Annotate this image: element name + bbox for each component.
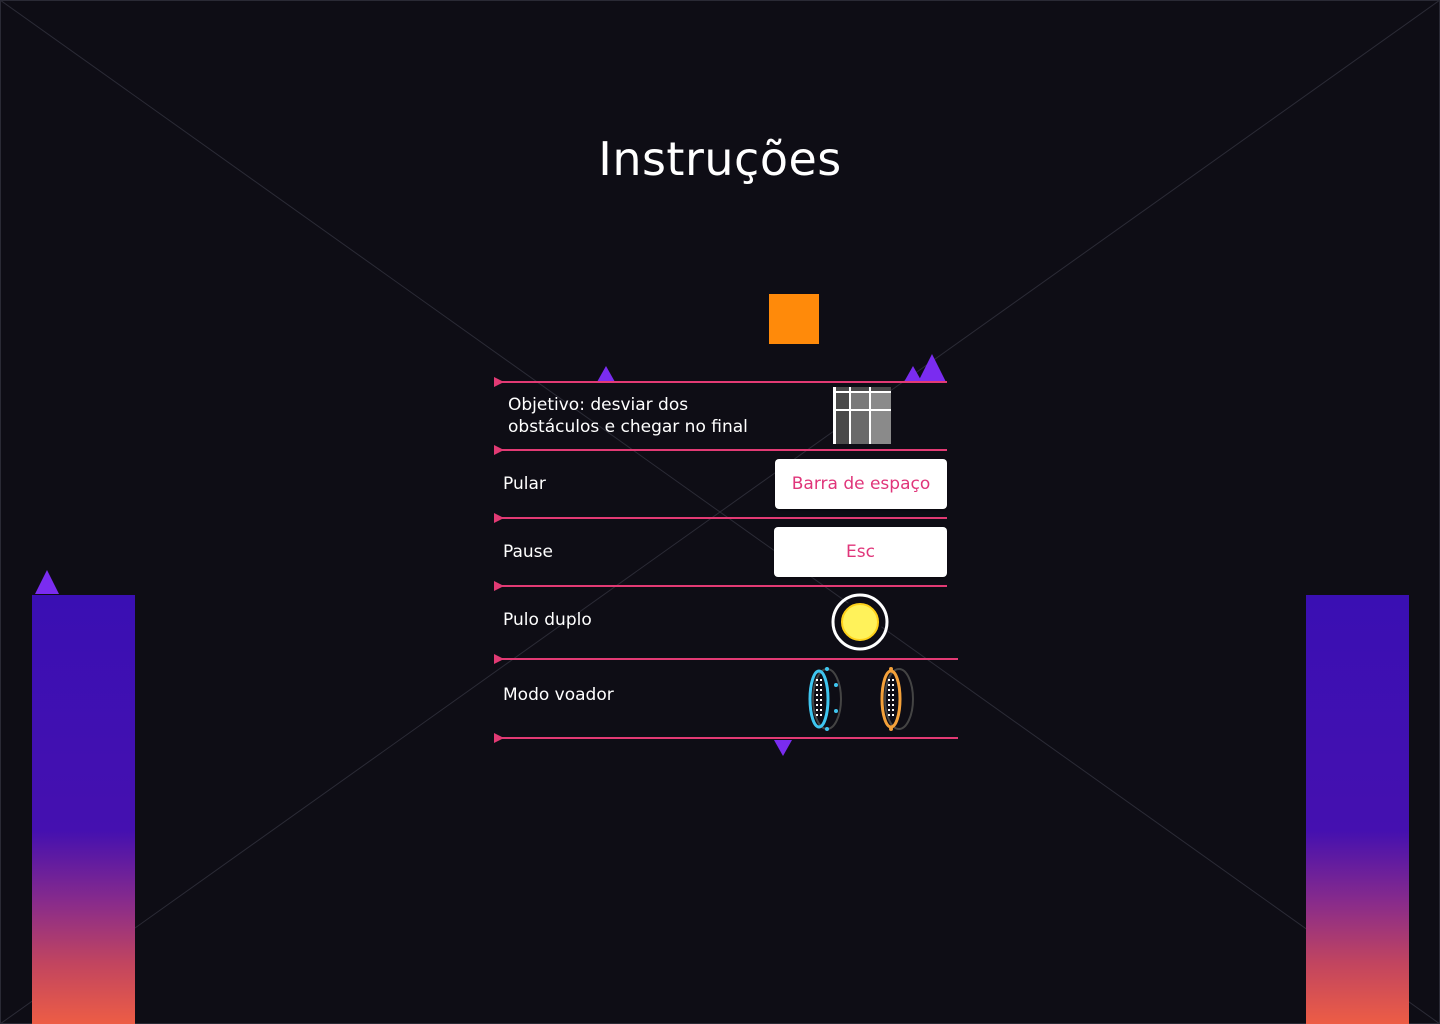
fly-mode-label: Modo voador	[503, 685, 614, 705]
finish-flag-icon	[833, 387, 891, 444]
spike-obstacle	[35, 570, 59, 594]
right-pillar	[1306, 595, 1409, 1024]
pause-key[interactable]: Esc	[774, 527, 947, 577]
objective-label: Objetivo: desviar dos obstáculos e chega…	[508, 395, 748, 437]
double-jump-label: Pulo duplo	[503, 610, 592, 630]
jump-key[interactable]: Barra de espaço	[775, 459, 947, 509]
row-divider	[494, 658, 958, 660]
orange-portal-icon	[880, 667, 914, 731]
pause-label: Pause	[503, 542, 553, 562]
row-divider	[494, 737, 958, 739]
blue-portal-icon	[808, 667, 842, 731]
row-divider	[494, 381, 947, 383]
row-divider	[494, 449, 947, 451]
row-divider	[494, 585, 947, 587]
jump-orb-icon	[831, 593, 889, 651]
left-pillar	[32, 595, 135, 1024]
spike-obstacle-down	[774, 740, 792, 756]
player-cube	[769, 294, 819, 344]
page-title: Instruções	[598, 132, 842, 186]
row-divider	[494, 517, 947, 519]
spike-obstacle	[918, 354, 946, 382]
jump-label: Pular	[503, 474, 546, 494]
spike-obstacle	[597, 366, 615, 382]
